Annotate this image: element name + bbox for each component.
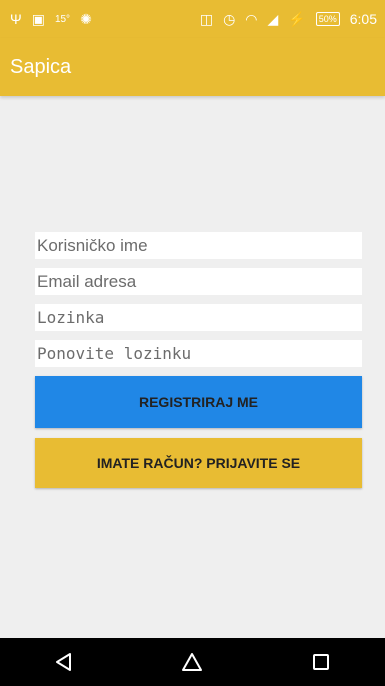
- home-button[interactable]: [162, 638, 222, 686]
- app-title: Sapica: [10, 55, 72, 78]
- navigation-bar: [0, 638, 385, 686]
- home-icon: [182, 653, 203, 671]
- recents-button[interactable]: [291, 638, 351, 686]
- battery-level: 50%: [315, 12, 340, 26]
- signal-icon: ◢: [267, 11, 279, 27]
- clock: 6:05: [349, 11, 377, 27]
- app-bar: Sapica: [0, 38, 385, 96]
- status-left: Ψ ▣ 15° ✺: [10, 12, 92, 26]
- alarm-icon: ◷: [223, 11, 236, 27]
- vibrate-icon: ◫: [199, 11, 214, 27]
- login-button[interactable]: IMATE RAČUN? PRIJAVITE SE: [35, 438, 362, 488]
- registration-form: REGISTRIRAJ ME IMATE RAČUN? PRIJAVITE SE: [35, 232, 362, 488]
- back-icon: [56, 653, 72, 671]
- back-button[interactable]: [34, 638, 94, 686]
- password-field[interactable]: [35, 304, 362, 331]
- repeat-password-field[interactable]: [35, 340, 362, 367]
- status-bar: Ψ ▣ 15° ✺ ◫ ◷ ◠ ◢ ⚡ 50% 6:05: [0, 0, 385, 38]
- status-right: ◫ ◷ ◠ ◢ ⚡ 50% 6:05: [200, 11, 377, 27]
- image-icon: ▣: [31, 11, 45, 27]
- usb-icon: Ψ: [10, 11, 22, 27]
- temperature: 15°: [54, 13, 71, 25]
- android-icon: ✺: [80, 11, 92, 27]
- register-button[interactable]: REGISTRIRAJ ME: [35, 376, 362, 428]
- recents-icon: [312, 654, 329, 670]
- email-field[interactable]: [35, 268, 362, 295]
- wifi-icon: ◠: [245, 11, 258, 27]
- charging-icon: ⚡: [288, 11, 306, 27]
- username-field[interactable]: [35, 232, 362, 259]
